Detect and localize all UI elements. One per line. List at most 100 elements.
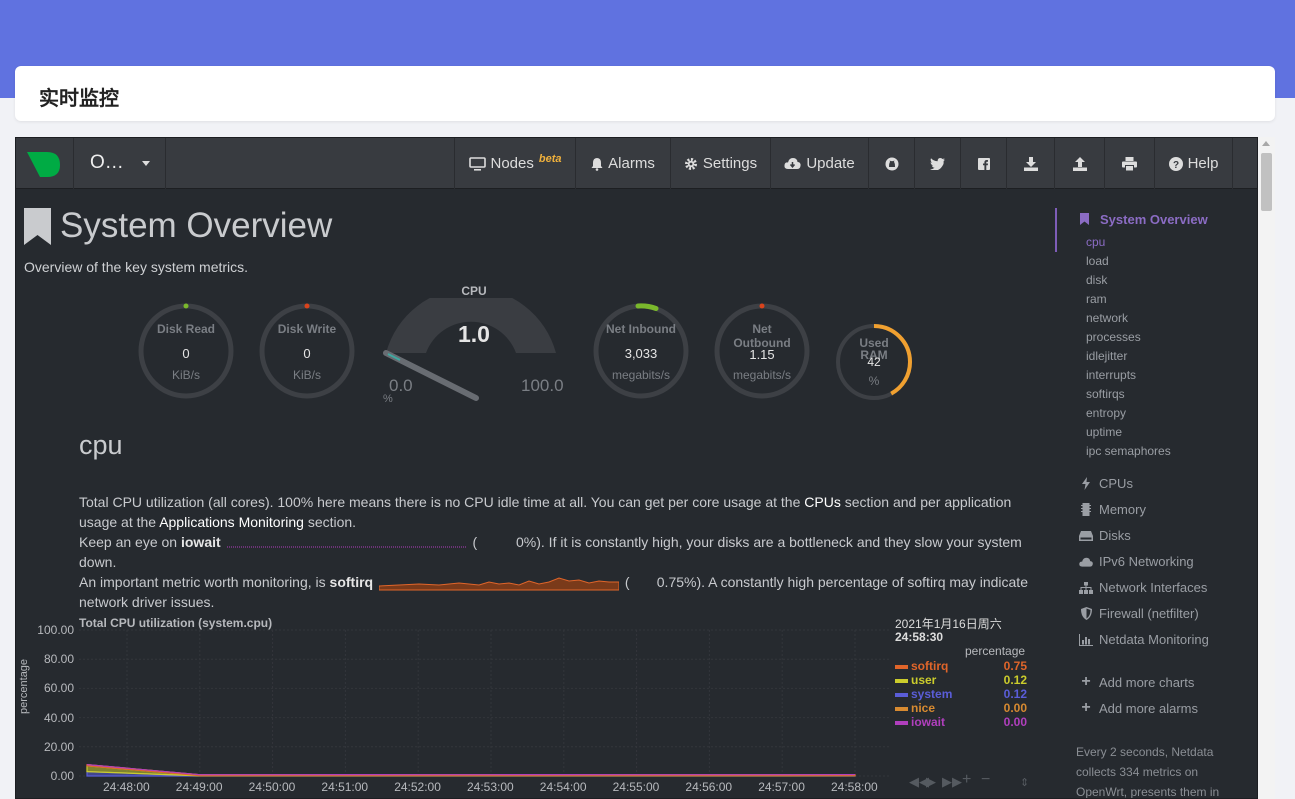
navbar: O… Nodes beta Alarms Settings Update ? H… <box>16 138 1257 189</box>
print-icon <box>1122 156 1137 171</box>
scroll-up-icon[interactable] <box>1262 141 1270 146</box>
sidebar-item-memory-label: Memory <box>1099 502 1146 517</box>
softirq-desc-text: An important metric worth monitoring, is <box>79 574 330 590</box>
sidebar-subitem-load[interactable]: load <box>1086 254 1109 268</box>
legend-unit: percentage <box>965 644 1026 658</box>
page-title: 实时监控 <box>39 88 119 110</box>
sidebar-subitem-uptime[interactable]: uptime <box>1086 425 1122 439</box>
legend-item-nice[interactable]: nice 0.00 <box>895 701 1027 715</box>
github-button[interactable] <box>868 138 914 189</box>
disk-read-label: Disk Read <box>156 322 216 336</box>
add-more-charts-link[interactable]: + Add more charts <box>1079 673 1194 691</box>
cpu-gauge-label: CPU <box>461 284 487 298</box>
sidebar-item-firewall[interactable]: Firewall (netfilter) <box>1079 606 1199 621</box>
net-inbound-unit: megabits/s <box>611 368 671 382</box>
iowait-sparkline <box>226 546 467 548</box>
iowait-desc-text-2: 0%). If it is constantly high, your disk… <box>79 534 1022 570</box>
sidebar-subitem-network[interactable]: network <box>1086 311 1128 325</box>
legend-item-softirq[interactable]: softirq 0.75 <box>895 659 1027 673</box>
sidebar-item-network-interfaces[interactable]: Network Interfaces <box>1079 580 1207 595</box>
cpu-desc-text-3: section. <box>303 514 357 530</box>
sidebar-subitem-ram[interactable]: ram <box>1086 292 1107 306</box>
sidebar-item-network-interfaces-label: Network Interfaces <box>1099 580 1208 595</box>
chart-zoom-in-icon[interactable]: + <box>962 771 971 789</box>
shield-icon <box>1079 607 1093 620</box>
x-tick-label: 24:51:00 <box>321 780 369 794</box>
nodes-button[interactable]: Nodes beta <box>454 138 575 189</box>
chart-zoom-out-icon[interactable]: − <box>981 771 990 789</box>
legend-item-user[interactable]: user 0.12 <box>895 673 1027 687</box>
memory-icon <box>1079 503 1093 516</box>
sidebar-subitem-processes[interactable]: processes <box>1086 330 1141 344</box>
cpu-gauge-value: 1.0 <box>458 321 490 347</box>
upload-button[interactable] <box>1054 138 1104 189</box>
bookmark-icon <box>24 208 51 245</box>
plus-icon: + <box>1081 699 1091 716</box>
print-button[interactable] <box>1104 138 1154 189</box>
bell-icon <box>591 157 603 171</box>
disk-write-unit: KiB/s <box>292 368 321 382</box>
nodes-label: Nodes <box>490 155 534 172</box>
x-tick-label: 24:50:00 <box>248 780 296 794</box>
y-tick-label: 80.00 <box>43 652 74 667</box>
sidebar-subitem-cpu[interactable]: cpu <box>1086 235 1105 249</box>
x-tick-label: 24:56:00 <box>685 780 733 794</box>
x-tick-label: 24:55:00 <box>612 780 660 794</box>
legend-series-name: iowait <box>911 715 946 729</box>
sidebar-subitem-ipc-semaphores[interactable]: ipc semaphores <box>1086 444 1171 458</box>
chart-forward-icon[interactable]: ▶▶ <box>942 774 962 790</box>
sidebar-item-ipv6[interactable]: IPv6 Networking <box>1079 554 1194 569</box>
sidebar-subitem-disk[interactable]: disk <box>1086 273 1107 287</box>
twitter-button[interactable] <box>914 138 960 189</box>
legend-series-value: 0.12 <box>1003 673 1027 687</box>
host-selector[interactable]: O… <box>74 138 166 189</box>
host-name: O… <box>90 152 124 173</box>
sidebar-item-disks[interactable]: Disks <box>1079 528 1131 543</box>
sidebar-subitem-interrupts[interactable]: interrupts <box>1086 368 1136 382</box>
chart-resize-icon[interactable]: ⇕ <box>1020 776 1029 789</box>
cloud-download-icon <box>784 158 801 169</box>
help-button[interactable]: ? Help <box>1154 138 1232 189</box>
disk-read-value: 0 <box>182 346 190 361</box>
cpu-chart-plot[interactable] <box>79 628 891 778</box>
apps-monitoring-link[interactable]: Applications Monitoring <box>159 514 304 530</box>
sidebar-subitem-idlejitter[interactable]: idlejitter <box>1086 349 1127 363</box>
series-area-iowait <box>86 764 856 776</box>
x-tick-label: 24:54:00 <box>539 780 587 794</box>
add-more-alarms-link[interactable]: + Add more alarms <box>1079 699 1198 717</box>
legend-swatch <box>895 721 908 725</box>
net-outbound-value: 1.15 <box>749 347 775 362</box>
twitter-icon <box>930 157 945 170</box>
chart-play-icon[interactable]: ▶ <box>926 774 936 790</box>
alarms-button[interactable]: Alarms <box>575 138 670 189</box>
cpu-description: Total CPU utilization (all cores). 100% … <box>79 492 1039 532</box>
overview-subtitle: Overview of the key system metrics. <box>24 259 249 275</box>
scroll-thumb[interactable] <box>1261 153 1272 211</box>
settings-button[interactable]: Settings <box>670 138 770 189</box>
legend-series-name: softirq <box>911 659 949 673</box>
page-scrollbar[interactable] <box>1258 137 1275 799</box>
net-inbound-value: 3,033 <box>624 346 658 361</box>
netdata-logo[interactable] <box>16 138 74 189</box>
sidebar-item-memory[interactable]: Memory <box>1079 502 1146 517</box>
cpus-link[interactable]: CPUs <box>804 494 841 510</box>
sidebar-item-netdata-monitoring-label: Netdata Monitoring <box>1099 632 1209 647</box>
legend-item-system[interactable]: system 0.12 <box>895 687 1027 701</box>
facebook-button[interactable] <box>960 138 1006 189</box>
legend-item-iowait[interactable]: iowait 0.00 <box>895 715 1027 729</box>
update-button[interactable]: Update <box>770 138 868 189</box>
alarms-label: Alarms <box>608 155 655 172</box>
sidebar-item-system-overview[interactable]: System Overview <box>1100 212 1208 227</box>
bolt-icon <box>1079 477 1093 490</box>
sidebar-item-cpus[interactable]: CPUs <box>1079 476 1133 491</box>
sidebar-subitem-entropy[interactable]: entropy <box>1086 406 1126 420</box>
sidebar-item-netdata-monitoring[interactable]: Netdata Monitoring <box>1079 632 1209 647</box>
legend-series-value: 0.00 <box>1003 715 1027 729</box>
bar-chart-icon <box>1079 633 1093 646</box>
y-tick-label: 0.00 <box>50 769 74 783</box>
navbar-spacer <box>1232 138 1257 189</box>
x-tick-label: 24:53:00 <box>467 780 514 794</box>
download-button[interactable] <box>1006 138 1054 189</box>
cpu-desc-text: Total CPU utilization (all cores). 100% … <box>79 494 805 510</box>
sidebar-subitem-softirqs[interactable]: softirqs <box>1086 387 1125 401</box>
